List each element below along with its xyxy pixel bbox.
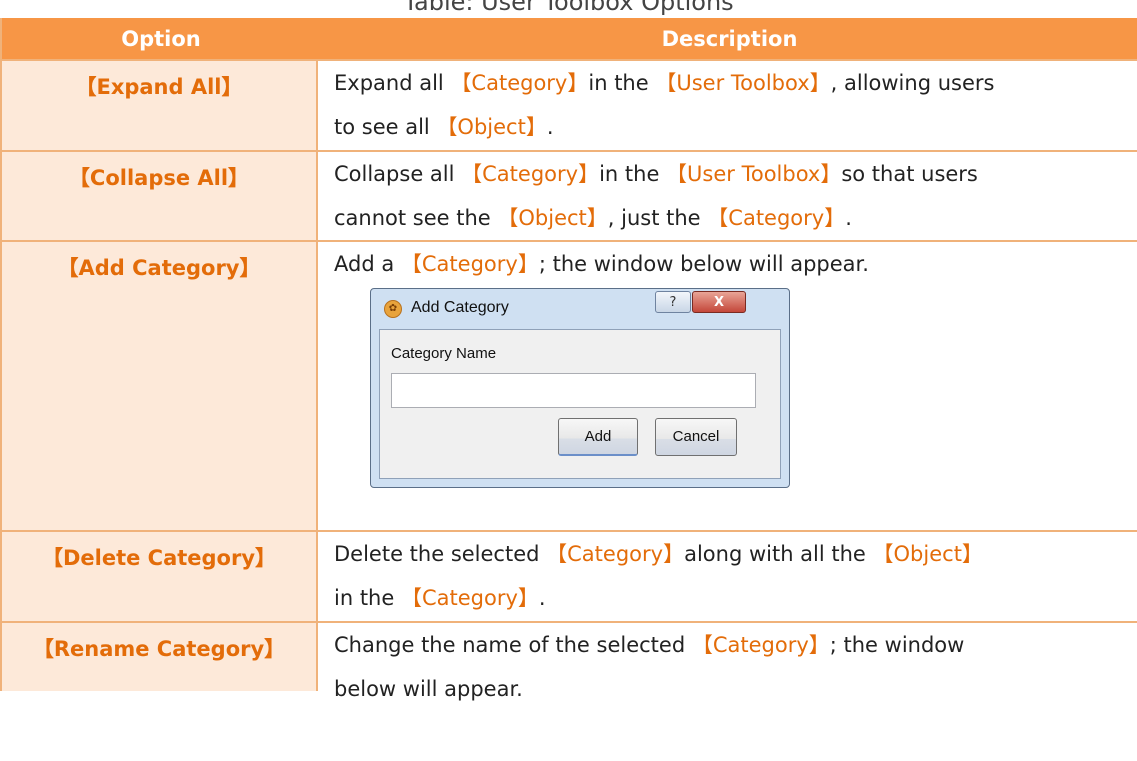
description-text: in the (334, 586, 401, 610)
table-row: 【Delete Category】 Delete the selected 【C… (2, 530, 1137, 621)
description-line: below will appear. (334, 667, 1133, 711)
keyword-text: 【Category】 (400, 252, 539, 276)
caption-text: Table: User Toolbox Options (403, 0, 734, 16)
add-button[interactable]: Add (558, 418, 638, 456)
keyword-text: 【Object】 (436, 115, 547, 139)
description-text: . (546, 115, 554, 139)
app-icon: ✿ (384, 300, 402, 318)
description-text: Collapse all (334, 162, 462, 186)
description-text: . (538, 586, 546, 610)
description-cell: Add a 【Category】; the window below will … (318, 242, 1137, 530)
table-row: 【Collapse All】 Collapse all 【Category】in… (2, 150, 1137, 240)
description-text: , just the (607, 206, 708, 230)
description-text: Add a (334, 252, 401, 276)
description-cell: Collapse all 【Category】in the 【User Tool… (318, 152, 1137, 240)
description-text: , allowing users (830, 71, 995, 95)
category-name-input[interactable] (391, 373, 756, 408)
keyword-text: 【Category】 (450, 71, 589, 95)
keyword-text: 【Category】 (400, 586, 539, 610)
description-text: cannot see the (334, 206, 498, 230)
description-cell: Delete the selected 【Category】along with… (318, 532, 1137, 621)
description-text: along with all the (684, 542, 873, 566)
header-option: Option (121, 26, 201, 51)
option-cell: 【Rename Category】 (2, 623, 318, 691)
option-cell: 【Delete Category】 (2, 532, 318, 621)
option-cell: 【Add Category】 (2, 242, 318, 530)
dialog-title: Add Category (411, 299, 509, 316)
keyword-text: 【Category】 (707, 206, 846, 230)
description-cell: Expand all 【Category】in the 【User Toolbo… (318, 61, 1137, 150)
table-row: 【Expand All】 Expand all 【Category】in the… (2, 59, 1137, 150)
dialog-body: Category Name Add Cancel (379, 329, 781, 479)
description-line: cannot see the 【Object】, just the 【Categ… (334, 196, 1133, 240)
description-text: in the (599, 162, 667, 186)
keyword-text: 【Object】 (497, 206, 608, 230)
description-text: Expand all (334, 71, 451, 95)
keyword-text: 【Category】 (461, 162, 600, 186)
description-text: Delete the selected (334, 542, 547, 566)
description-text: ; the window below will appear. (538, 252, 869, 276)
keyword-text: 【User Toolbox】 (655, 71, 831, 95)
description-line: to see all 【Object】. (334, 105, 1133, 149)
table-header: Option Description (2, 18, 1137, 59)
keyword-text: 【Category】 (546, 542, 685, 566)
dialog-titlebar: ✿ Add Category ? X (371, 289, 789, 329)
option-cell: 【Expand All】 (2, 61, 318, 150)
add-category-dialog: ✿ Add Category ? X Category Name Add Can… (370, 288, 790, 488)
description-text: Change the name of the selected (334, 633, 692, 657)
description-line: Add a 【Category】; the window below will … (334, 242, 1133, 286)
description-cell: Change the name of the selected 【Categor… (318, 623, 1137, 701)
cancel-button[interactable]: Cancel (655, 418, 737, 456)
description-line: Expand all 【Category】in the 【User Toolbo… (334, 61, 1133, 105)
keyword-text: 【User Toolbox】 (666, 162, 842, 186)
description-line: Delete the selected 【Category】along with… (334, 532, 1133, 576)
help-button[interactable]: ? (655, 291, 691, 313)
options-table: Option Description 【Expand All】 Expand a… (0, 18, 1137, 701)
table-caption: Table: User Toolbox Options (0, 0, 1137, 18)
description-lines: Add a 【Category】; the window below will … (334, 242, 1133, 286)
description-line: Collapse all 【Category】in the 【User Tool… (334, 152, 1133, 196)
description-text: in the (588, 71, 656, 95)
keyword-text: 【Object】 (872, 542, 983, 566)
header-description: Description (661, 26, 798, 51)
description-text: . (845, 206, 852, 230)
description-text: below will appear. (334, 677, 523, 701)
description-text: so that users (841, 162, 978, 186)
category-name-label: Category Name (391, 345, 497, 362)
description-line: in the 【Category】. (334, 576, 1133, 620)
table-row: 【Rename Category】 Change the name of the… (2, 621, 1137, 701)
description-text: to see all (334, 115, 437, 139)
option-cell: 【Collapse All】 (2, 152, 318, 240)
close-button[interactable]: X (692, 291, 746, 313)
description-text: ; the window (829, 633, 965, 657)
keyword-text: 【Category】 (691, 633, 830, 657)
table-row: 【Add Category】 Add a 【Category】; the win… (2, 240, 1137, 530)
description-line: Change the name of the selected 【Categor… (334, 623, 1133, 667)
